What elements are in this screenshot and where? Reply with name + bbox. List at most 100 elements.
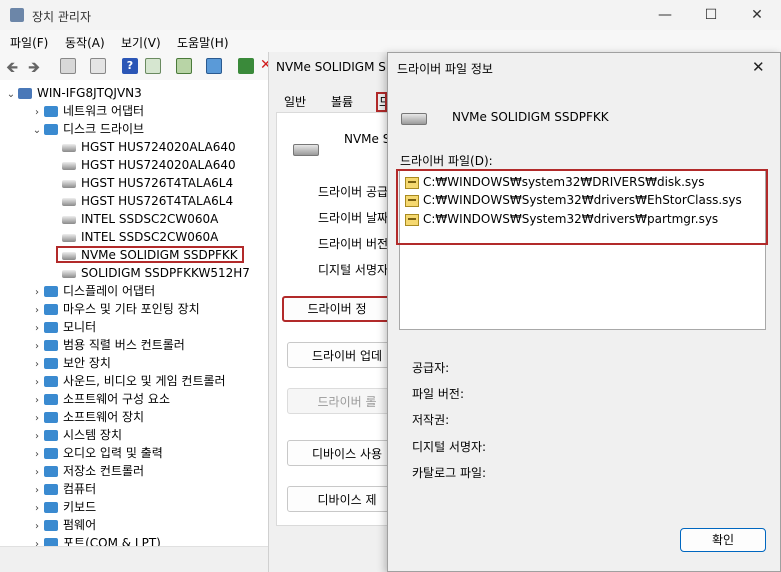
tree-category-item[interactable]: ⌄ 디스크 드라이브 [30,120,144,138]
tree-item-label: 사운드, 비디오 및 게임 컨트롤러 [63,374,226,388]
scan-hardware-icon[interactable] [176,58,192,74]
tree-category-item[interactable]: › 보안 장치 [30,354,111,372]
device-tree: ⌄ WIN-IFG8JTQJVN3 › 네트워크 어댑터 ⌄ 디스크 드라이브 HGST H… [0,80,268,546]
device-category-icon [44,484,58,495]
computer-icon [18,88,32,99]
tree-item-label: 오디오 입력 및 출력 [63,446,163,460]
tree-category-item[interactable]: › 소프트웨어 구성 요소 [30,390,170,408]
chevron-down-icon[interactable]: ⌄ [4,86,18,104]
device-category-icon [44,304,58,315]
properties-sheet-icon[interactable] [60,58,76,74]
tree-root-item[interactable]: ⌄ WIN-IFG8JTQJVN3 [4,84,142,102]
menu-view[interactable]: 보기(V) [121,34,161,51]
tree-item-label: 소프트웨어 장치 [63,410,145,424]
tree-item-label: SOLIDIGM SSDPFKKW512H7 [81,266,250,280]
tree-category-item[interactable]: › 펌웨어 [30,516,96,534]
tab-volumes[interactable]: 볼륨 [331,92,353,112]
tree-item-label: HGST HUS726T4TALA6L4 [81,176,234,190]
tree-item-label: 소프트웨어 구성 요소 [63,392,170,406]
tree-item-label: 디스크 드라이브 [63,122,145,136]
device-category-icon [44,502,58,513]
menu-action[interactable]: 동작(A) [65,34,105,51]
driver-version-label: 드라이버 버전 [318,237,389,251]
provider-label: 공급자: [412,361,450,375]
tree-item-label: 네트워크 어댑터 [63,104,145,118]
device-category-icon [44,466,58,477]
disk-icon [62,269,76,278]
tree-device-item[interactable]: HGST HUS726T4TALA6L4 [48,192,233,210]
tree-category-item[interactable]: › 모니터 [30,318,96,336]
help-icon[interactable]: ? [122,58,138,74]
close-window-icon[interactable]: ✕ [734,0,780,30]
disk-icon [62,233,76,242]
tree-category-item[interactable]: › 네트워크 어댑터 [30,102,144,120]
device-category-icon [44,430,58,441]
app-icon [10,8,24,22]
tree-category-item[interactable]: › 저장소 컨트롤러 [30,462,144,480]
device-category-icon [44,538,58,546]
tree-item-label: 보안 장치 [63,356,111,370]
ok-button[interactable]: 확인 [680,528,766,552]
tree-category-item[interactable]: › 오디오 입력 및 출력 [30,444,163,462]
disk-icon [62,161,76,170]
copyright-label: 저작권: [412,413,450,427]
tree-category-item[interactable]: › 범용 직렬 버스 컨트롤러 [30,336,185,354]
tree-item-label: 마우스 및 기타 포인팅 장치 [63,302,200,316]
tab-general[interactable]: 일반 [284,92,306,112]
device-category-icon [44,394,58,405]
device-category-icon [44,520,58,531]
device-category-icon [44,106,58,117]
view-icon[interactable] [145,58,161,74]
maximize-icon[interactable]: ☐ [688,0,734,30]
tree-item-label: 모니터 [63,320,97,334]
menu-file[interactable]: 파일(F) [10,34,48,51]
file-version-label: 파일 버전: [412,387,465,401]
update-driver-icon[interactable] [238,58,254,74]
tree-device-item[interactable]: HGST HUS726T4TALA6L4 [48,174,233,192]
tree-category-item[interactable]: › 사운드, 비디오 및 게임 컨트롤러 [30,372,226,390]
monitor-icon[interactable] [206,58,222,74]
tree-category-item[interactable]: › 마우스 및 기타 포인팅 장치 [30,300,200,318]
tree-device-item[interactable]: INTEL SSDSC2CW060A [48,228,218,246]
disk-icon [62,179,76,188]
tree-category-item[interactable]: › 디스플레이 어댑터 [30,282,155,300]
catalog-file-label: 카탈로그 파일: [412,466,487,480]
list-view-icon[interactable] [90,58,106,74]
tree-item-label: HGST HUS726T4TALA6L4 [81,194,234,208]
tree-device-item[interactable]: INTEL SSDSC2CW060A [48,210,218,228]
tree-item-label: 키보드 [63,500,97,514]
tree-item-label: INTEL SSDSC2CW060A [81,230,219,244]
chevron-down-icon[interactable]: ⌄ [30,122,44,140]
tab-driver[interactable]: 드 [376,92,387,112]
tree-item-label: 포트(COM & LPT) [63,536,161,546]
tree-item-label: 컴퓨터 [63,482,97,496]
tree-device-item[interactable]: HGST HUS724020ALA640 [48,138,236,156]
files-highlight [396,169,768,245]
disk-icon [62,197,76,206]
minimize-icon[interactable]: — [642,0,688,30]
device-category-icon [44,124,58,135]
device-category-icon [44,376,58,387]
close-icon[interactable]: ✕ [752,58,765,76]
forward-icon[interactable]: 🡺 [28,57,40,82]
tree-category-item[interactable]: › 시스템 장치 [30,426,122,444]
tree-device-item[interactable]: SOLIDIGM SSDPFKKW512H7 [48,264,250,282]
dialog-disk-drive-icon [401,113,427,125]
tree-device-item[interactable]: HGST HUS724020ALA640 [48,156,236,174]
tree-item-label: 저장소 컨트롤러 [63,464,145,478]
tree-item-label: 시스템 장치 [63,428,123,442]
properties-device-name: NVMe S [344,132,391,146]
horizontal-scrollbar[interactable] [0,546,268,567]
tree-category-item[interactable]: › 포트(COM & LPT) [30,534,161,546]
menu-bar [0,30,781,52]
menu-help[interactable]: 도움말(H) [177,34,229,51]
tree-category-item[interactable]: › 컴퓨터 [30,480,96,498]
chevron-right-icon[interactable]: › [30,536,44,546]
tree-category-item[interactable]: › 키보드 [30,498,96,516]
driver-details-button[interactable]: 드라이버 정 [282,296,392,322]
properties-title: NVMe SOLIDIGM SSD [276,60,386,74]
tree-category-item[interactable]: › 소프트웨어 장치 [30,408,144,426]
device-category-icon [44,340,58,351]
back-icon[interactable]: 🡸 [6,57,18,82]
device-category-icon [44,286,58,297]
